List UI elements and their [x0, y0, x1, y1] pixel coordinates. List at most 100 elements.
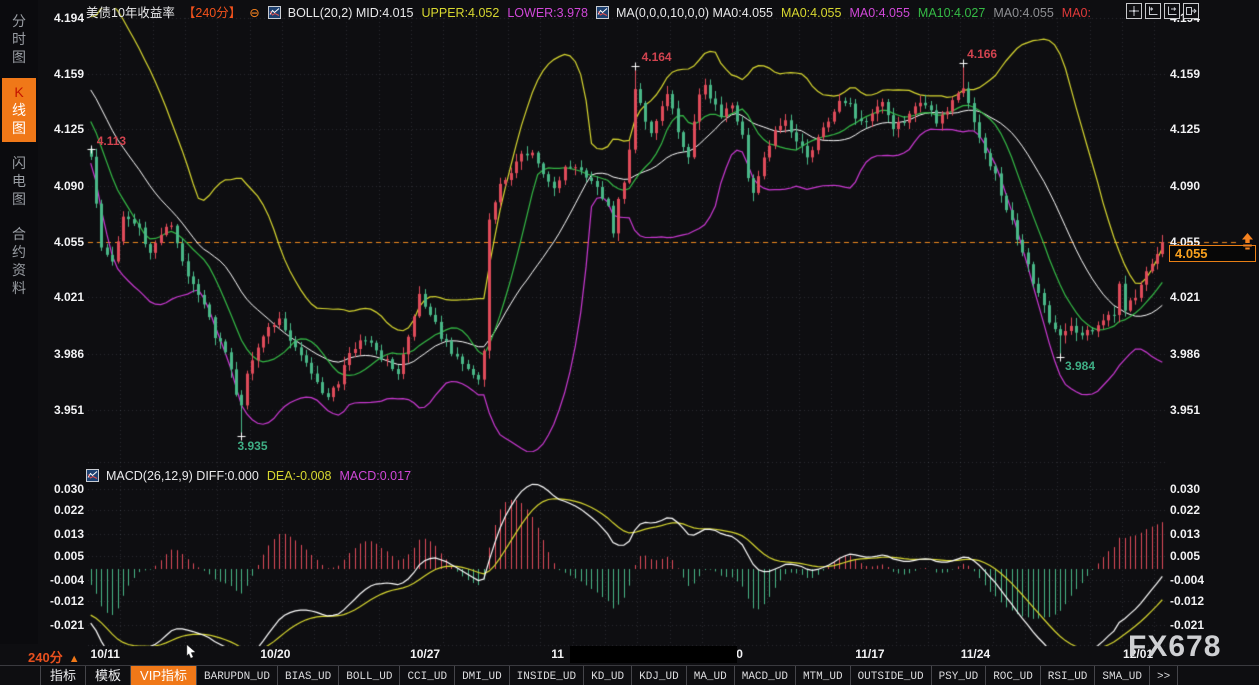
x-tick-1124: 11/24: [961, 647, 990, 661]
redaction-box: [570, 646, 737, 663]
bottom-tab-17[interactable]: RSI_UD: [1041, 666, 1096, 685]
bottom-tab-7[interactable]: DMI_UD: [455, 666, 510, 685]
main-ytick-left: 4.125: [38, 122, 84, 136]
main-ytick-left: 4.159: [38, 67, 84, 81]
macd-ytick-left: 0.013: [38, 527, 84, 541]
mouse-cursor-icon: [184, 644, 197, 659]
sidebar-tab-3[interactable]: 闪电图: [2, 149, 36, 213]
crosshair-tool-icon[interactable]: [1126, 3, 1142, 19]
ma-readout-white: MA(0,0,0,10,0,0) MA0:4.055: [616, 6, 773, 20]
boll-lower-readout: LOWER:3.978: [507, 6, 588, 20]
bottom-tab-0[interactable]: 指标: [40, 666, 86, 685]
main-ytick-left: 4.055: [38, 235, 84, 249]
macd-diff-readout: MACD(26,12,9) DIFF:0.000: [106, 469, 259, 483]
macd-ytick-right: -0.012: [1170, 594, 1204, 608]
main-ytick-right: 4.021: [1170, 290, 1200, 304]
collapse-icon[interactable]: ⊖: [249, 6, 259, 20]
bottom-tab-8[interactable]: INSIDE_UD: [510, 666, 584, 685]
sidebar-tab-1[interactable]: 分时图: [2, 7, 36, 71]
macd-ytick-left: 0.005: [38, 549, 84, 563]
sidebar-tab-4[interactable]: 合约资料: [2, 220, 36, 302]
bottom-tab-5[interactable]: BOLL_UD: [339, 666, 400, 685]
main-ytick-right: 4.159: [1170, 67, 1200, 81]
macd-ytick-left: 0.030: [38, 482, 84, 496]
main-ytick-right: 3.951: [1170, 403, 1200, 417]
macd-chart-icon[interactable]: [86, 469, 99, 485]
macd-readout: MACD:0.017: [339, 469, 411, 483]
bottom-tab-13[interactable]: MTM_UD: [796, 666, 851, 685]
x-tick-0: 0: [736, 647, 743, 661]
period-up-triangle-icon: ▲: [69, 653, 80, 665]
main-ytick-left: 4.090: [38, 179, 84, 193]
macd-ytick-left: -0.004: [38, 573, 84, 587]
bottom-tab-12[interactable]: MACD_UD: [735, 666, 796, 685]
chart-stage: 分时图 K线图闪电图合约资料 美债10年收益率【240分】 ⊖ BOLL(20,2) …: [0, 0, 1259, 685]
x-tick-1020: 10/20: [260, 647, 290, 661]
x-tick-1011: 10/11: [91, 647, 120, 661]
x-tick-1117: 11/17: [855, 647, 884, 661]
sidebar: 分时图 K线图闪电图合约资料: [0, 0, 38, 644]
ma-readout-red: MA0:: [1062, 6, 1091, 20]
macd-ytick-right: 0.022: [1170, 503, 1200, 517]
price-marker-4113: 4.113: [97, 134, 126, 148]
indicator-header: 美债10年收益率【240分】 ⊖ BOLL(20,2) MID:4.015 UPPER…: [86, 2, 1099, 18]
ma-chart-icon[interactable]: [596, 6, 609, 22]
bottom-tab-1[interactable]: 模板: [86, 666, 131, 685]
pan-right-tool-icon[interactable]: [1183, 3, 1199, 19]
macd-ytick-right: -0.004: [1170, 573, 1204, 587]
watermark: FX678: [1128, 630, 1221, 664]
period-badge: 【240分】: [183, 6, 241, 20]
period-text: 240分: [28, 650, 63, 665]
bottom-tab-14[interactable]: OUTSIDE_UD: [851, 666, 932, 685]
macd-ytick-right: 0.013: [1170, 527, 1200, 541]
price-marker-4164: 4.164: [642, 50, 672, 64]
measure-tool-icon[interactable]: [1145, 3, 1161, 19]
main-ytick-left: 4.194: [38, 11, 84, 25]
main-ytick-right: 4.090: [1170, 179, 1200, 193]
x-axis[interactable]: 240分▲ 10/1110/2010/2711011/1711/2412/01: [0, 644, 1259, 665]
macd-ytick-left: 0.022: [38, 503, 84, 517]
bottom-tab-18[interactable]: SMA_UD: [1095, 666, 1150, 685]
price-up-arrow-icon: [1240, 233, 1255, 250]
macd-header: MACD(26,12,9) DIFF:0.000 DEA:-0.008 MACD:0…: [86, 469, 419, 485]
bottom-tab-bar: 指标模板VIP指标BARUPDN_UDBIAS_UDBOLL_UDCCI_UDD…: [0, 665, 1259, 685]
bottom-tab-2[interactable]: VIP指标: [131, 666, 197, 685]
x-tick-11: 11: [551, 647, 564, 661]
x-tick-1027: 10/27: [410, 647, 440, 661]
main-ytick-left: 3.951: [38, 403, 84, 417]
bottom-tab-15[interactable]: PSY_UD: [932, 666, 987, 685]
boll-mid-readout: BOLL(20,2) MID:4.015: [288, 6, 414, 20]
bottom-tab-6[interactable]: CCI_UD: [400, 666, 455, 685]
period-label[interactable]: 240分 ▲: [28, 647, 80, 666]
main-ytick-left: 3.986: [38, 347, 84, 361]
ma-readout-magenta: MA0:4.055: [849, 6, 909, 20]
macd-ytick-right: 0.005: [1170, 549, 1200, 563]
bottom-tab-10[interactable]: KDJ_UD: [632, 666, 687, 685]
macd-ytick-right: 0.030: [1170, 482, 1200, 496]
main-ytick-right: 4.125: [1170, 122, 1200, 136]
bottom-tab-9[interactable]: KD_UD: [584, 666, 632, 685]
boll-upper-readout: UPPER:4.052: [422, 6, 500, 20]
macd-ytick-left: -0.012: [38, 594, 84, 608]
price-marker-3984: 3.984: [1065, 359, 1095, 373]
sidebar-tab-2[interactable]: K线图: [2, 78, 36, 142]
main-ytick-right: 3.986: [1170, 347, 1200, 361]
price-chart-canvas[interactable]: [0, 0, 1259, 685]
bottom-tab-16[interactable]: ROC_UD: [986, 666, 1041, 685]
ma-readout-gray: MA0:4.055: [993, 6, 1053, 20]
price-marker-4166: 4.166: [967, 47, 997, 61]
bottom-tab-4[interactable]: BIAS_UD: [278, 666, 339, 685]
main-ytick-left: 4.021: [38, 290, 84, 304]
toolbar-icons: [1126, 3, 1199, 19]
boll-chart-icon[interactable]: [268, 6, 281, 22]
price-marker-3935: 3.935: [237, 439, 267, 453]
bottom-tab-11[interactable]: MA_UD: [687, 666, 735, 685]
ma10-readout: MA10:4.027: [918, 6, 985, 20]
zoom-tool-icon[interactable]: [1164, 3, 1180, 19]
ma-readout-yellow: MA0:4.055: [781, 6, 841, 20]
bottom-tab-19[interactable]: >>: [1150, 666, 1178, 685]
instrument-title: 美债10年收益率: [86, 6, 175, 20]
macd-ytick-left: -0.021: [38, 618, 84, 632]
macd-dea-readout: DEA:-0.008: [267, 469, 332, 483]
bottom-tab-3[interactable]: BARUPDN_UD: [197, 666, 278, 685]
